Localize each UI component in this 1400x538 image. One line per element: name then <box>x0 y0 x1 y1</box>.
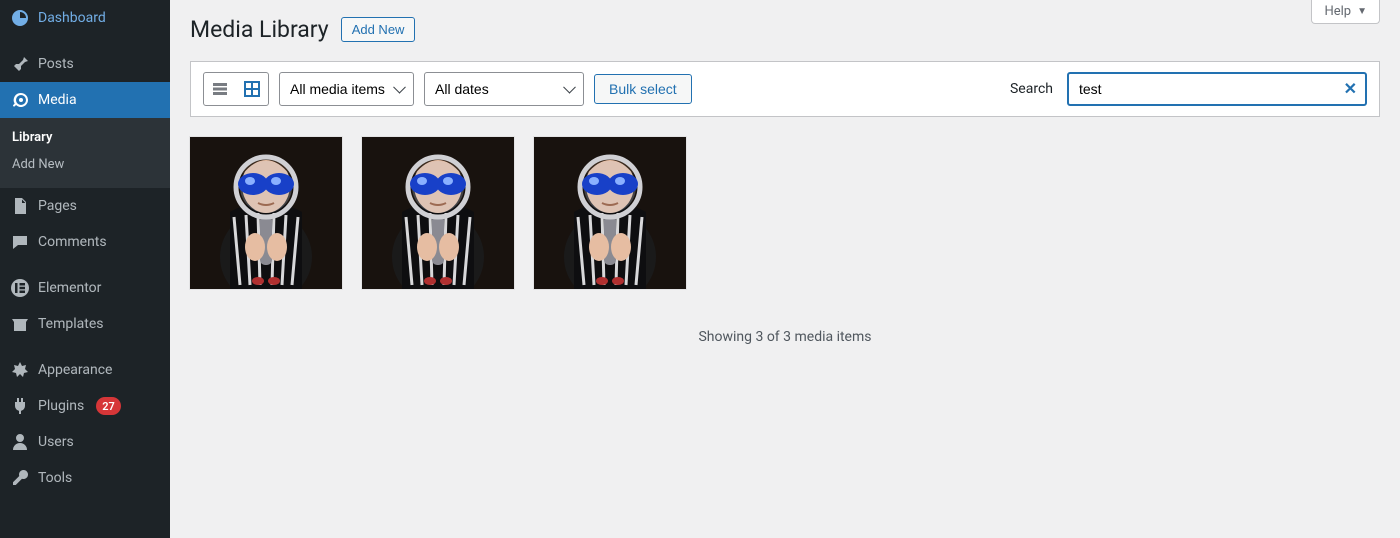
media-item[interactable] <box>534 137 686 289</box>
media-icon <box>10 90 30 110</box>
list-icon <box>210 79 230 99</box>
bulk-select-button[interactable]: Bulk select <box>594 74 692 104</box>
media-item[interactable] <box>362 137 514 289</box>
thumbnail-image <box>534 137 686 289</box>
pin-icon <box>10 54 30 74</box>
sidebar-item-tools[interactable]: Tools <box>0 460 170 496</box>
media-item[interactable] <box>190 137 342 289</box>
clear-search-button[interactable]: ✕ <box>1342 77 1359 101</box>
thumbnail-image <box>190 137 342 289</box>
sidebar-item-pages[interactable]: Pages <box>0 188 170 224</box>
main-content: Help ▼ Media Library Add New All media i… <box>170 0 1400 538</box>
sidebar-label: Users <box>38 434 74 450</box>
pages-icon <box>10 196 30 216</box>
appearance-icon <box>10 360 30 380</box>
page-title: Media Library <box>190 16 329 43</box>
plugins-badge: 27 <box>96 397 121 415</box>
sidebar-item-appearance[interactable]: Appearance <box>0 352 170 388</box>
sidebar-label: Posts <box>38 56 74 72</box>
media-grid <box>190 137 1380 289</box>
plugins-icon <box>10 396 30 416</box>
add-new-button[interactable]: Add New <box>341 17 416 42</box>
sidebar-item-plugins[interactable]: Plugins 27 <box>0 388 170 424</box>
elementor-icon <box>10 278 30 298</box>
sidebar-label: Pages <box>38 198 77 214</box>
search-input[interactable] <box>1067 72 1367 106</box>
media-toolbar: All media items All dates Bulk select Se… <box>190 61 1380 117</box>
list-view-button[interactable] <box>204 73 236 105</box>
sidebar-label: Dashboard <box>38 10 106 26</box>
sidebar-label: Templates <box>38 316 104 332</box>
sidebar-label: Appearance <box>38 362 112 378</box>
view-toggle <box>203 72 269 106</box>
sidebar-item-users[interactable]: Users <box>0 424 170 460</box>
filter-type-select[interactable]: All media items <box>279 72 414 106</box>
filter-date-select[interactable]: All dates <box>424 72 584 106</box>
sidebar-item-posts[interactable]: Posts <box>0 46 170 82</box>
sidebar-label: Comments <box>38 234 107 250</box>
search-wrap: ✕ <box>1067 72 1367 106</box>
templates-icon <box>10 314 30 334</box>
page-header: Media Library Add New <box>190 16 1380 43</box>
sidebar-item-elementor[interactable]: Elementor <box>0 270 170 306</box>
media-submenu: Library Add New <box>0 118 170 188</box>
sidebar-label: Tools <box>38 470 72 486</box>
tools-icon <box>10 468 30 488</box>
comments-icon <box>10 232 30 252</box>
dashboard-icon <box>10 8 30 28</box>
sidebar-item-templates[interactable]: Templates <box>0 306 170 342</box>
submenu-item-add-new[interactable]: Add New <box>0 151 170 178</box>
users-icon <box>10 432 30 452</box>
sidebar-item-media[interactable]: Media <box>0 82 170 118</box>
sidebar-item-comments[interactable]: Comments <box>0 224 170 260</box>
sidebar-item-dashboard[interactable]: Dashboard <box>0 0 170 36</box>
help-label: Help <box>1324 4 1351 19</box>
help-tab[interactable]: Help ▼ <box>1311 0 1380 24</box>
submenu-item-library[interactable]: Library <box>0 124 170 151</box>
sidebar-label: Elementor <box>38 280 101 296</box>
grid-icon <box>242 79 262 99</box>
caret-down-icon: ▼ <box>1357 6 1367 17</box>
sidebar-label: Plugins <box>38 398 84 414</box>
thumbnail-image <box>362 137 514 289</box>
sidebar-label: Media <box>38 92 77 108</box>
search-label: Search <box>1010 81 1053 97</box>
grid-view-button[interactable] <box>236 73 268 105</box>
admin-sidebar: Dashboard Posts Media Library Add New Pa… <box>0 0 170 538</box>
close-icon: ✕ <box>1344 81 1357 98</box>
status-text: Showing 3 of 3 media items <box>190 329 1380 345</box>
